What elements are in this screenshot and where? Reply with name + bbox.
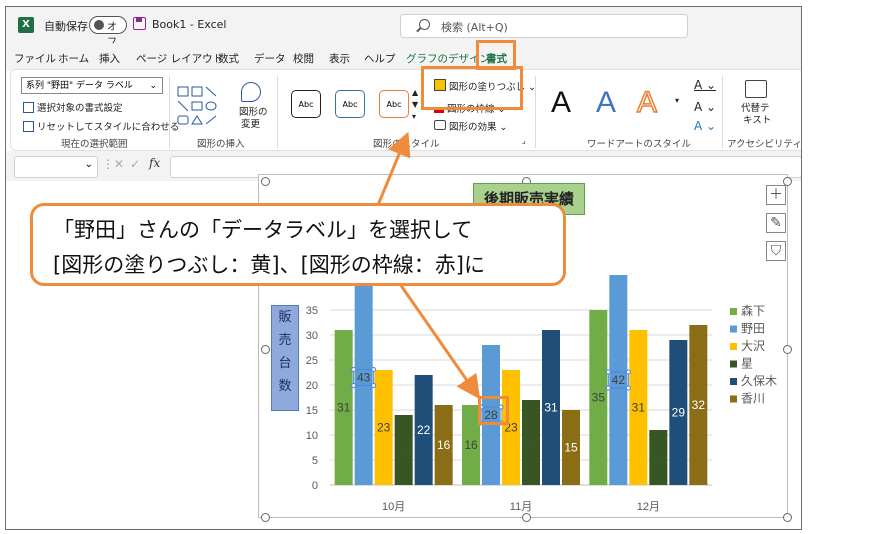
- selection-handle: [625, 385, 631, 391]
- fill-outline-highlight: [421, 66, 523, 110]
- legend-swatch: [730, 343, 737, 350]
- data-label[interactable]: 29: [672, 406, 686, 420]
- callout-line-2: [図形の塗りつぶし：黄]、[図形の枠線：赤]に: [53, 253, 485, 277]
- data-label[interactable]: 14: [397, 443, 411, 457]
- data-label[interactable]: 16: [464, 438, 478, 452]
- data-label[interactable]: 31: [632, 401, 646, 415]
- data-label[interactable]: 23: [377, 421, 391, 435]
- data-label-highlight: [478, 396, 509, 425]
- legend-label[interactable]: 久保木: [741, 374, 777, 388]
- legend-swatch: [730, 395, 737, 403]
- selection-handle: [605, 369, 611, 375]
- y-tick-label: 30: [306, 330, 318, 342]
- selection-handle: [351, 383, 357, 388]
- y-tick-label: 5: [312, 455, 318, 467]
- selection-handle: [371, 383, 377, 388]
- x-category-label: 10月: [382, 501, 405, 513]
- data-label[interactable]: 42: [612, 373, 626, 387]
- data-label[interactable]: 15: [564, 441, 578, 455]
- y-tick-label: 15: [306, 405, 318, 417]
- callout-line-1: 「野田」さんの「データラベル」を選択して: [53, 218, 473, 242]
- legend-swatch: [730, 325, 737, 333]
- y-tick-label: 20: [306, 380, 318, 392]
- y-tick-label: 35: [306, 305, 318, 317]
- data-label[interactable]: 22: [417, 423, 431, 437]
- y-tick-label: 10: [306, 430, 318, 442]
- selection-handle: [605, 385, 611, 391]
- data-label[interactable]: 31: [544, 401, 558, 415]
- data-label[interactable]: 31: [337, 401, 351, 415]
- data-label[interactable]: 16: [437, 438, 451, 452]
- legend-label[interactable]: 大沢: [741, 339, 765, 353]
- selection-handle: [371, 367, 377, 372]
- legend-label[interactable]: 森下: [741, 303, 765, 318]
- y-tick-label: 25: [306, 355, 318, 367]
- instruction-callout: 「野田」さんの「データラベル」を選択して [図形の塗りつぶし：黄]、[図形の枠線…: [30, 203, 566, 286]
- data-label[interactable]: 32: [692, 398, 706, 412]
- selection-handle: [625, 369, 631, 375]
- legend-swatch: [730, 378, 737, 385]
- legend-label[interactable]: 香川: [741, 392, 765, 406]
- legend-swatch: [730, 308, 737, 315]
- legend-swatch: [730, 360, 737, 368]
- x-category-label: 11月: [510, 501, 532, 513]
- legend-label[interactable]: 野田: [741, 322, 765, 336]
- data-label[interactable]: 43: [357, 371, 371, 385]
- data-label[interactable]: 35: [592, 391, 606, 405]
- data-label[interactable]: 11: [652, 451, 665, 465]
- x-category-label: 12月: [637, 501, 660, 513]
- y-tick-label: 0: [312, 480, 318, 492]
- data-label[interactable]: 17: [524, 436, 538, 450]
- legend-label[interactable]: 星: [741, 357, 753, 371]
- selection-handle: [351, 367, 357, 372]
